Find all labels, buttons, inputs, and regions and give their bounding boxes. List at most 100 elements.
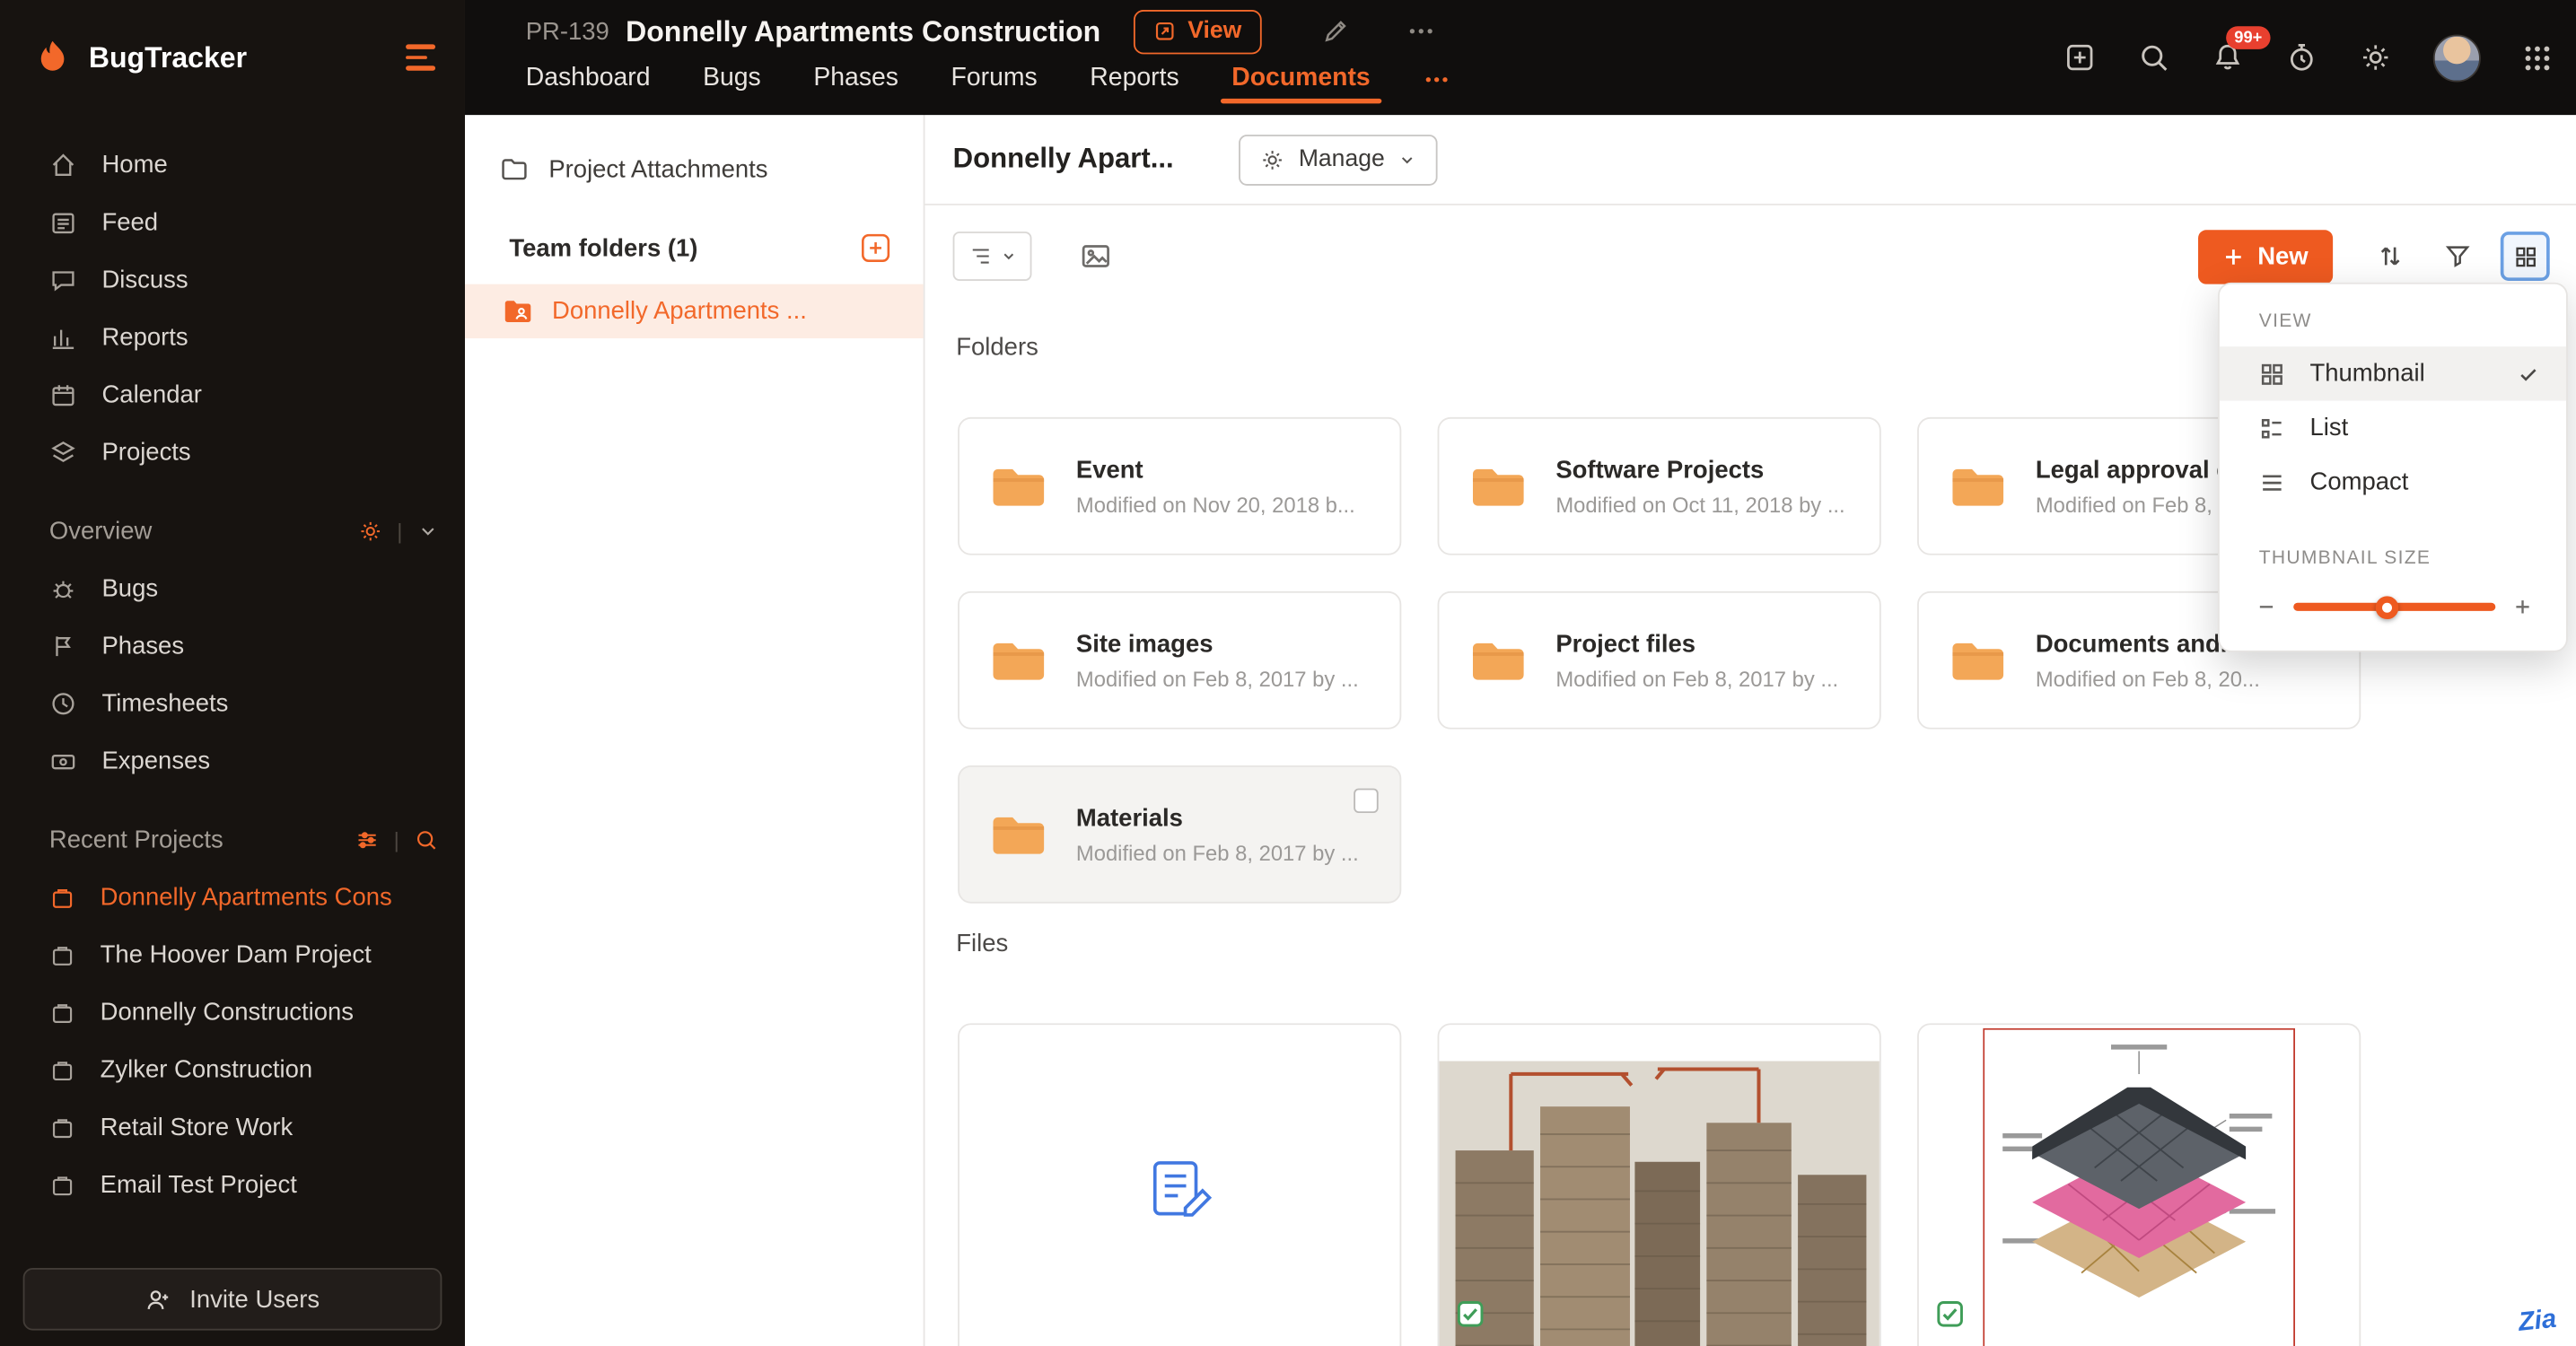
folder-card-materials[interactable]: MaterialsModified on Feb 8, 2017 by ... xyxy=(958,765,1401,904)
sidebar-item-label: Discuss xyxy=(101,267,188,294)
search-icon[interactable] xyxy=(2137,41,2170,74)
folder-card-project-files[interactable]: Project filesModified on Feb 8, 2017 by … xyxy=(1438,591,1881,730)
more-options-icon[interactable] xyxy=(1406,16,1435,46)
sidebar-item-home[interactable]: Home xyxy=(0,136,465,194)
view-button[interactable]: View xyxy=(1134,9,1261,53)
roof-diagram-thumbnail xyxy=(1983,1028,2295,1346)
new-button[interactable]: New xyxy=(2198,229,2333,283)
folder-name: Materials xyxy=(1076,804,1359,832)
tab-bugs[interactable]: Bugs xyxy=(703,64,761,103)
project-icon xyxy=(49,1000,75,1026)
sidebar-item-bugs[interactable]: Bugs xyxy=(0,560,465,617)
team-folders-label: Team folders (1) xyxy=(509,234,697,262)
zia-assistant-button[interactable]: Zia xyxy=(2517,1306,2558,1339)
sidebar-project-email-test-project[interactable]: Email Test Project xyxy=(0,1157,465,1214)
sidebar-project-donnelly-apartments[interactable]: Donnelly Apartments Cons xyxy=(0,869,465,926)
notifications-bell-icon[interactable]: 99+ xyxy=(2212,41,2245,74)
folder-name: Project files xyxy=(1555,630,1838,658)
bug-icon xyxy=(49,575,77,603)
view-mode-button[interactable] xyxy=(2501,232,2550,281)
sidebar-project-retail-store-work[interactable]: Retail Store Work xyxy=(0,1099,465,1157)
invite-users-button[interactable]: Invite Users xyxy=(23,1268,442,1331)
invite-users-label: Invite Users xyxy=(189,1285,320,1313)
view-option-list[interactable]: List xyxy=(2220,401,2566,455)
sidebar-item-timesheets[interactable]: Timesheets xyxy=(0,675,465,732)
file-card-construction-photo[interactable] xyxy=(1438,1023,1881,1346)
money-icon xyxy=(49,747,77,775)
sort-arrows-icon[interactable] xyxy=(2376,241,2405,271)
file-selected-check-icon[interactable] xyxy=(1458,1301,1484,1327)
apps-grid-icon[interactable] xyxy=(2522,42,2554,74)
folder-modified: Modified on Nov 20, 2018 b... xyxy=(1076,492,1355,516)
recent-projects-label: Recent Projects xyxy=(49,826,223,853)
sidebar-item-phases[interactable]: Phases xyxy=(0,617,465,675)
increase-size-icon[interactable] xyxy=(2512,596,2534,617)
edit-signature-icon[interactable] xyxy=(1320,16,1350,46)
sidebar-project-donnelly-constructions[interactable]: Donnelly Constructions xyxy=(0,983,465,1041)
folder-select-checkbox[interactable] xyxy=(1354,789,1378,813)
file-card-document[interactable] xyxy=(958,1023,1401,1346)
manage-button[interactable]: Manage xyxy=(1240,134,1437,185)
tab-dashboard[interactable]: Dashboard xyxy=(526,64,651,103)
sidebar-item-label: Feed xyxy=(101,208,158,236)
tab-phases[interactable]: Phases xyxy=(813,64,898,103)
folder-card-event[interactable]: EventModified on Nov 20, 2018 b... xyxy=(958,417,1401,555)
project-search-icon[interactable] xyxy=(414,827,438,852)
decrease-size-icon[interactable] xyxy=(2256,596,2277,617)
document-file-icon xyxy=(1143,1153,1216,1226)
topbar: PR-139 Donnelly Apartments Construction … xyxy=(465,0,2576,115)
add-team-folder-icon[interactable] xyxy=(861,233,890,263)
project-attachments-item[interactable]: Project Attachments xyxy=(465,115,924,184)
thumbnail-size-label: THUMBNAIL SIZE xyxy=(2259,548,2566,568)
sort-order-dropdown[interactable] xyxy=(953,232,1032,281)
settings-gear-icon[interactable] xyxy=(2359,41,2392,74)
timer-icon[interactable] xyxy=(2285,41,2318,74)
sidebar-item-discuss[interactable]: Discuss xyxy=(0,251,465,309)
sidebar-item-label: Zylker Construction xyxy=(101,1056,313,1084)
brand-name: BugTracker xyxy=(89,40,247,74)
sidebar-project-hoover-dam[interactable]: The Hoover Dam Project xyxy=(0,926,465,983)
team-folders-header: Team folders (1) xyxy=(509,233,890,263)
image-upload-icon[interactable] xyxy=(1080,240,1113,273)
sidebar-item-calendar[interactable]: Calendar xyxy=(0,366,465,424)
list-view-icon xyxy=(2259,415,2285,441)
sidebar-item-projects[interactable]: Projects xyxy=(0,424,465,481)
sidebar-item-reports[interactable]: Reports xyxy=(0,309,465,366)
clock-icon xyxy=(49,690,77,718)
files-section-label: Files xyxy=(956,930,2576,957)
chevron-down-icon[interactable] xyxy=(417,520,439,541)
filter-sliders-icon[interactable] xyxy=(355,827,379,852)
add-new-icon[interactable] xyxy=(2063,41,2097,74)
sidebar-item-label: The Hoover Dam Project xyxy=(101,941,372,969)
sidebar-item-label: Phases xyxy=(101,633,184,660)
folder-card-site-images[interactable]: Site imagesModified on Feb 8, 2017 by ..… xyxy=(958,591,1401,730)
file-card-roof-diagram[interactable] xyxy=(1917,1023,2361,1346)
caret-down-icon xyxy=(1000,248,1016,264)
folder-icon xyxy=(989,636,1048,684)
sidebar-item-label: Email Test Project xyxy=(101,1171,297,1199)
sidebar-item-feed[interactable]: Feed xyxy=(0,194,465,251)
filter-funnel-icon[interactable] xyxy=(2443,241,2473,271)
view-option-thumbnail[interactable]: Thumbnail xyxy=(2220,346,2566,400)
topbar-actions: 99+ xyxy=(2063,0,2553,115)
sidebar-item-expenses[interactable]: Expenses xyxy=(0,732,465,790)
hamburger-menu-icon[interactable] xyxy=(406,45,435,70)
slider-track[interactable] xyxy=(2293,603,2495,611)
overview-settings-gear-icon[interactable] xyxy=(357,518,381,542)
tab-forums[interactable]: Forums xyxy=(951,64,1038,103)
folder-card-software-projects[interactable]: Software ProjectsModified on Oct 11, 201… xyxy=(1438,417,1881,555)
sidebar-item-label: Timesheets xyxy=(101,690,228,718)
view-button-label: View xyxy=(1187,18,1241,44)
divider: | xyxy=(397,518,402,542)
tab-documents[interactable]: Documents xyxy=(1231,64,1370,103)
user-avatar[interactable] xyxy=(2433,34,2481,82)
view-option-compact[interactable]: Compact xyxy=(2220,455,2566,509)
sidebar-project-zylker-construction[interactable]: Zylker Construction xyxy=(0,1041,465,1098)
tab-reports[interactable]: Reports xyxy=(1090,64,1178,103)
slider-handle[interactable] xyxy=(2375,596,2398,619)
thumbnail-view-icon xyxy=(2259,361,2285,387)
team-folder-item-donnelly-apartments[interactable]: Donnelly Apartments ... xyxy=(465,284,924,338)
tabs-more-icon[interactable] xyxy=(1423,65,1450,102)
folder-icon xyxy=(1949,462,2008,510)
file-selected-check-icon[interactable] xyxy=(1937,1301,1963,1327)
